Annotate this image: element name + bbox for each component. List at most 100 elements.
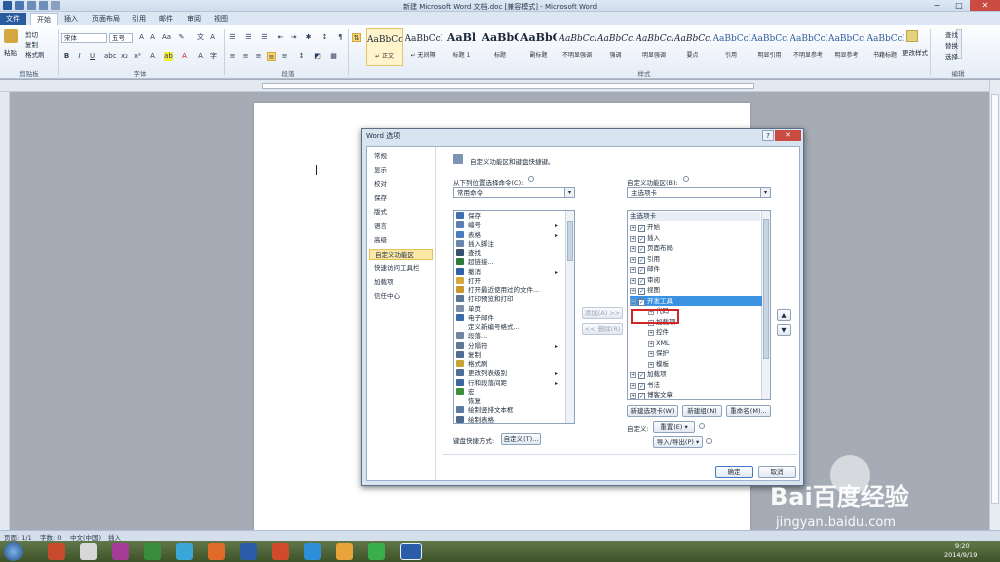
nav-item[interactable]: 校对 (369, 179, 433, 190)
expand-icon[interactable]: + (630, 267, 636, 273)
expand-icon[interactable]: + (630, 246, 636, 252)
char-shading-icon[interactable]: A (196, 52, 205, 61)
style-item[interactable]: AaBbCcDc 引用 (713, 28, 750, 66)
powerpoint-icon[interactable] (272, 543, 289, 560)
italic-icon[interactable]: I (75, 52, 84, 61)
tree-node[interactable]: + XML (648, 338, 762, 349)
commands-list[interactable]: 保存 编号 ▸ 表格 ▸ 插入脚注 查找 超链接... 撤消 ▸ 打开 打开最近使用过的文件... 打印… (453, 210, 575, 424)
nav-item[interactable]: 高级 (369, 235, 433, 246)
ribbon-tree[interactable]: 主选项卡 + ✓ 开始 + ✓ 插入 + ✓ 页面布局 + ✓ 引用 + ✓ 邮件 + ✓ 审阅 + ✓ 视图 − ✓ 开发工… (627, 210, 771, 400)
underline-icon[interactable]: U (88, 52, 97, 61)
command-item[interactable]: 复制 (456, 350, 564, 360)
dialog-close-icon[interactable]: ✕ (775, 130, 801, 141)
k-app-icon[interactable] (304, 543, 321, 560)
superscript-icon[interactable]: x² (133, 52, 142, 61)
text-app-icon[interactable] (112, 543, 129, 560)
align-center-icon[interactable]: ≡ (241, 52, 250, 61)
tab-view[interactable]: 视图 (208, 13, 234, 25)
borders-icon[interactable]: ▦ (329, 52, 338, 61)
expand-icon[interactable]: + (630, 382, 636, 389)
document-scrollbar[interactable] (989, 80, 1000, 530)
style-item[interactable]: AaBbCcI 书籍标题 (867, 28, 904, 66)
select-button[interactable]: 选择 (945, 51, 958, 61)
text-direction-icon[interactable]: ⇅ (352, 33, 361, 42)
tree-node[interactable]: − ✓ 开发工具 (630, 295, 762, 306)
expand-icon[interactable]: + (648, 351, 654, 357)
tree-node[interactable]: + ✓ 博客文章 (630, 390, 762, 399)
command-item[interactable]: 分隔符 ▸ (456, 341, 564, 351)
tree-node[interactable]: + 模板 (648, 359, 762, 370)
style-item[interactable]: AaBbC 标题 (482, 28, 519, 66)
command-item[interactable]: 保存 (456, 212, 564, 221)
expand-icon[interactable]: + (648, 340, 654, 347)
help-icon[interactable]: ? (762, 130, 774, 141)
cloud-app-icon[interactable] (176, 543, 193, 560)
tree-checkbox[interactable]: ✓ (638, 267, 645, 274)
justify-icon[interactable]: ≡ (267, 52, 276, 61)
align-left-icon[interactable]: ≡ (228, 52, 237, 61)
bullets-icon[interactable]: ☰ (228, 33, 237, 42)
multilevel-list-icon[interactable]: ☰ (260, 33, 269, 42)
expand-icon[interactable]: + (630, 225, 636, 231)
chinese-layout-icon[interactable]: ✱ (304, 33, 313, 42)
tree-node[interactable]: + 保护 (648, 348, 762, 359)
distributed-icon[interactable]: ≡ (280, 52, 289, 61)
font-name-field[interactable]: 宋体 (61, 33, 107, 43)
align-right-icon[interactable]: ≡ (254, 52, 263, 61)
word-app-icon[interactable] (240, 543, 257, 560)
ribbon-tabs-dropdown[interactable]: 主选项卡 ▾ (627, 187, 771, 198)
shrink-font-icon[interactable]: A (148, 33, 157, 42)
tree-node[interactable]: + ✓ 加载项 (630, 369, 762, 380)
style-item[interactable]: AaBbC 副标题 (520, 28, 557, 66)
command-item[interactable]: 单页 (456, 304, 564, 314)
move-down-icon[interactable]: ▼ (777, 324, 791, 336)
tree-checkbox[interactable]: ✓ (638, 256, 645, 264)
start-icon[interactable] (4, 542, 23, 561)
style-item[interactable]: AaBbCcDc 强调 (597, 28, 634, 66)
expand-icon[interactable]: + (630, 277, 636, 284)
nav-item[interactable]: 加载项 (369, 277, 433, 288)
clock-date[interactable]: 2014/9/19 (944, 551, 977, 559)
horizontal-ruler[interactable] (0, 80, 1000, 92)
format-painter-button[interactable]: 格式刷 (25, 49, 45, 59)
style-item[interactable]: AaBbCcDc 不明显强调 (559, 28, 596, 66)
qq-app-icon[interactable] (336, 543, 353, 560)
commands-scrollbar[interactable] (565, 211, 574, 423)
command-item[interactable]: 电子邮件 (456, 313, 564, 323)
collapse-icon[interactable]: − (630, 298, 636, 305)
command-item[interactable]: 表格 ▸ (456, 230, 564, 240)
expand-icon[interactable]: + (630, 393, 636, 399)
text-effects-icon[interactable]: A (148, 52, 157, 61)
tree-checkbox[interactable]: ✓ (638, 288, 645, 295)
command-item[interactable]: 绘制表格 (456, 415, 564, 423)
tree-node[interactable]: + ✓ 开始 (630, 222, 762, 233)
change-styles-button[interactable]: 更改样式 (902, 47, 930, 57)
command-item[interactable]: 打印预览和打印 (456, 295, 564, 304)
border-char-icon[interactable]: A (208, 33, 217, 42)
new-group-button[interactable]: 新建组(N) (682, 405, 722, 417)
style-item[interactable]: AaBbCcDc 明显强调 (636, 28, 673, 66)
import-export-button[interactable]: 导入/导出(P) ▾ (653, 436, 703, 448)
tree-scrollbar[interactable] (761, 211, 770, 399)
command-item[interactable]: 宏 (456, 387, 564, 397)
tree-node[interactable]: + ✓ 页面布局 (630, 243, 762, 254)
show-marks-icon[interactable]: ¶ (336, 33, 345, 42)
command-item[interactable]: 编号 ▸ (456, 221, 564, 230)
nav-item[interactable]: 常规 (369, 151, 433, 162)
tree-checkbox[interactable]: ✓ (638, 298, 645, 306)
command-item[interactable]: 格式刷 (456, 360, 564, 369)
nav-item[interactable]: 语言 (369, 221, 433, 232)
customize-keyboard-button[interactable]: 自定义(T)... (501, 433, 541, 445)
style-item[interactable]: AaBbCcDc 不明显参考 (790, 28, 827, 66)
enclose-char-icon[interactable]: 字 (209, 52, 218, 61)
active-word-task-icon[interactable] (400, 543, 422, 560)
command-item[interactable]: 行和段落间距 ▸ (456, 378, 564, 388)
highlight-icon[interactable]: ab (164, 52, 173, 61)
shading-icon[interactable]: ◩ (313, 52, 322, 61)
line-spacing-icon[interactable]: ↕ (297, 52, 306, 61)
minimize-icon[interactable]: − (926, 0, 948, 11)
command-item[interactable]: 更改列表级别 ▸ (456, 369, 564, 378)
sort-icon[interactable]: ↕ (320, 33, 329, 42)
tab-review[interactable]: 审阅 (181, 13, 207, 25)
tab-file[interactable]: 文件 (0, 13, 26, 25)
